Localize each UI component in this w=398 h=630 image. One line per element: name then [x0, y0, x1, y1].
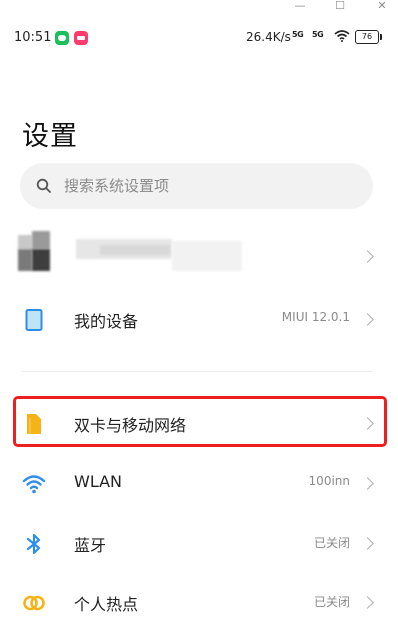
settings-row-wlan[interactable]: WLAN 100inn [0, 455, 398, 511]
close-button[interactable]: ✕ [370, 0, 394, 14]
signal-1-label: 5G [292, 30, 304, 39]
wifi-status-icon [334, 30, 350, 42]
row-label: 我的设备 [74, 312, 139, 331]
window-titlebar: — ☐ ✕ [0, 0, 398, 18]
hotspot-icon [23, 595, 45, 611]
search-bar[interactable] [20, 163, 373, 209]
row-value: 100inn [308, 474, 350, 488]
battery-level: 76 [361, 32, 373, 41]
battery-icon: 76 [355, 30, 382, 44]
row-value: 已关闭 [313, 536, 350, 550]
search-icon [36, 178, 51, 193]
device-icon [25, 309, 43, 331]
minimize-button[interactable]: — [288, 0, 312, 14]
settings-row-bluetooth[interactable]: 蓝牙 已关闭 [0, 515, 398, 571]
section-divider [22, 371, 372, 372]
signal-2-label: 5G [312, 30, 324, 39]
chevron-right-icon [361, 537, 374, 550]
row-label: 个人热点 [74, 595, 139, 614]
signal-1-icon: 5G [292, 30, 304, 39]
highlight-box [13, 396, 387, 447]
bluetooth-icon [26, 533, 41, 555]
wifi-icon [22, 475, 46, 494]
row-value: 已关闭 [313, 595, 350, 609]
settings-row-my-device[interactable]: 我的设备 MIUI 12.0.1 [0, 291, 398, 347]
chevron-right-icon [361, 250, 374, 263]
wechat-notification-icon [55, 31, 69, 45]
row-label: WLAN [74, 472, 123, 491]
status-time: 10:51 [14, 30, 52, 45]
network-speed: 26.4K/s [246, 30, 291, 44]
chevron-right-icon [361, 477, 374, 490]
status-bar: 10:51 26.4K/s 5G 5G 76 [0, 24, 398, 52]
account-row[interactable] [0, 225, 398, 287]
signal-2-icon: 5G [312, 30, 324, 39]
maximize-button[interactable]: ☐ [328, 0, 352, 14]
chevron-right-icon [361, 596, 374, 609]
chevron-right-icon [361, 313, 374, 326]
app-notification-icon [74, 31, 88, 45]
page-title: 设置 [22, 121, 78, 152]
row-label: 蓝牙 [74, 536, 107, 555]
settings-row-hotspot[interactable]: 个人热点 已关闭 [0, 574, 398, 630]
row-value: MIUI 12.0.1 [281, 310, 350, 324]
search-input[interactable] [64, 173, 354, 199]
